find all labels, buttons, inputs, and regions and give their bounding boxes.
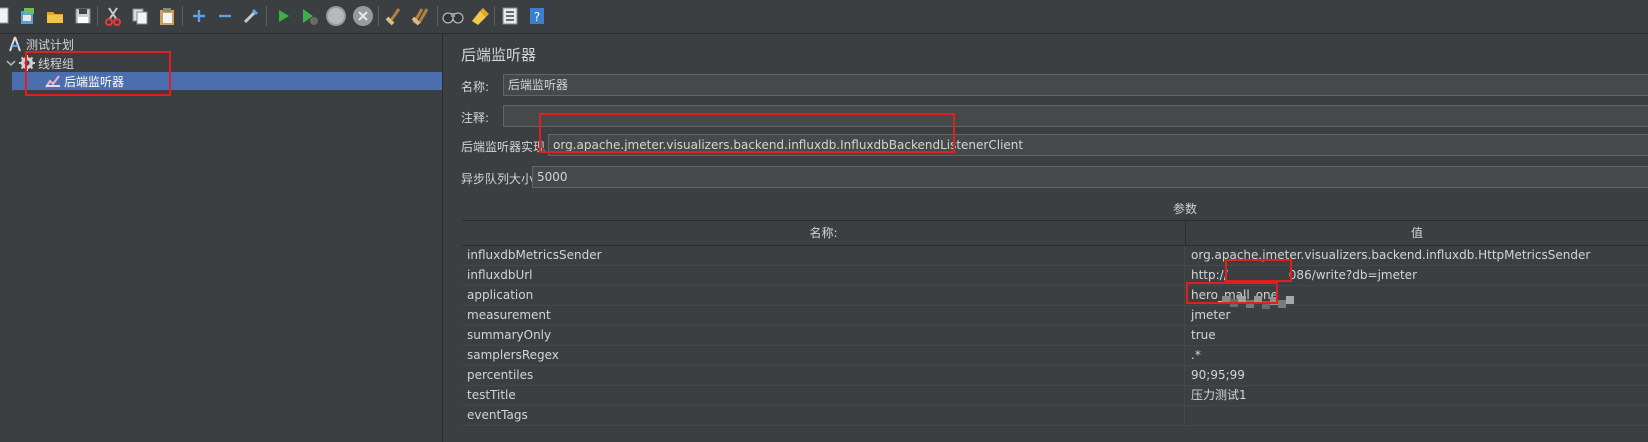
tree-item-thread-group[interactable]: 线程组: [4, 54, 74, 72]
function-helper-icon[interactable]: [499, 5, 521, 27]
impl-select[interactable]: org.apache.jmeter.visualizers.backend.in…: [548, 134, 1648, 156]
table-row[interactable]: summaryOnly true: [462, 326, 1648, 346]
params-table: 名称: 值 influxdbMetricsSender org.apache.j…: [462, 220, 1648, 426]
param-value[interactable]: http:// 086/write?db=jmeter: [1186, 266, 1648, 285]
table-row[interactable]: influxdbUrl http:// 086/write?db=jmeter: [462, 266, 1648, 286]
name-label: 名称:: [461, 80, 490, 94]
listener-icon: [44, 72, 62, 90]
param-name[interactable]: eventTags: [462, 406, 1185, 425]
new-icon[interactable]: [0, 5, 14, 27]
chevron-down-icon[interactable]: [4, 54, 18, 72]
tree-item-test-plan[interactable]: 测试计划: [6, 35, 74, 53]
params-title: 参数: [1173, 202, 1198, 216]
search-icon[interactable]: [442, 5, 464, 27]
save-icon[interactable]: [72, 5, 94, 27]
tree-item-label: 后端监听器: [64, 74, 125, 89]
queue-size-label: 异步队列大小: [461, 172, 534, 186]
name-field[interactable]: 后端监听器: [503, 74, 1648, 96]
param-name[interactable]: application: [462, 286, 1185, 305]
param-name[interactable]: percentiles: [462, 366, 1185, 385]
param-value[interactable]: 90;95;99: [1186, 366, 1648, 385]
column-header-value[interactable]: 值: [1186, 221, 1648, 245]
svg-text:?: ?: [534, 10, 540, 24]
test-plan-icon: [6, 35, 24, 53]
splitter-handle[interactable]: [443, 34, 451, 442]
param-name[interactable]: testTitle: [462, 386, 1185, 405]
help-icon[interactable]: ?: [526, 5, 548, 27]
param-name[interactable]: influxdbUrl: [462, 266, 1185, 285]
table-header: 名称: 值: [462, 221, 1648, 246]
param-value[interactable]: .*: [1186, 346, 1648, 365]
cut-icon[interactable]: [102, 5, 124, 27]
param-value[interactable]: org.apache.jmeter.visualizers.backend.in…: [1186, 246, 1648, 265]
table-row[interactable]: application hero_mall_one: [462, 286, 1648, 306]
table-row[interactable]: eventTags: [462, 406, 1648, 426]
clear-icon[interactable]: [383, 5, 405, 27]
toggle-icon[interactable]: [240, 5, 262, 27]
comment-label: 注释:: [461, 111, 490, 125]
param-name[interactable]: influxdbMetricsSender: [462, 246, 1185, 265]
param-name[interactable]: samplersRegex: [462, 346, 1185, 365]
table-row[interactable]: influxdbMetricsSender org.apache.jmeter.…: [462, 246, 1648, 266]
table-row[interactable]: measurement jmeter: [462, 306, 1648, 326]
stop-icon[interactable]: [325, 5, 347, 27]
impl-label: 后端监听器实现: [461, 140, 546, 154]
param-name[interactable]: measurement: [462, 306, 1185, 325]
start-no-pause-icon[interactable]: [298, 5, 320, 27]
shutdown-icon[interactable]: [352, 5, 374, 27]
param-name[interactable]: summaryOnly: [462, 326, 1185, 345]
table-row[interactable]: percentiles 90;95;99: [462, 366, 1648, 386]
page-title: 后端监听器: [461, 46, 537, 64]
backend-listener-panel: 后端监听器 名称: 后端监听器 注释: 后端监听器实现 org.apache.j…: [452, 34, 1648, 442]
tree-item-backend-listener[interactable]: 后端监听器: [12, 72, 442, 90]
templates-icon[interactable]: [17, 5, 39, 27]
table-row[interactable]: testTitle 压力测试1: [462, 386, 1648, 406]
param-value[interactable]: true: [1186, 326, 1648, 345]
param-value[interactable]: [1186, 406, 1648, 425]
param-value[interactable]: 压力测试1: [1186, 386, 1648, 405]
gear-icon: [18, 54, 36, 72]
tree-item-label: 测试计划: [26, 37, 75, 52]
reset-search-icon[interactable]: [468, 5, 490, 27]
paste-icon[interactable]: [156, 5, 178, 27]
copy-icon[interactable]: [129, 5, 151, 27]
queue-size-field[interactable]: 5000: [532, 166, 1648, 188]
test-plan-tree: 测试计划 线程组 后端监听器: [0, 34, 443, 442]
redacted-host: [1222, 296, 1294, 310]
expand-icon[interactable]: [188, 5, 210, 27]
toolbar: ?: [0, 0, 1648, 34]
collapse-icon[interactable]: [214, 5, 236, 27]
column-header-name[interactable]: 名称:: [462, 221, 1186, 245]
tree-item-label: 线程组: [38, 56, 75, 71]
start-icon[interactable]: [272, 5, 294, 27]
open-icon[interactable]: [44, 5, 66, 27]
comment-field[interactable]: [503, 105, 1648, 127]
table-row[interactable]: samplersRegex .*: [462, 346, 1648, 366]
clear-all-icon[interactable]: [410, 5, 432, 27]
